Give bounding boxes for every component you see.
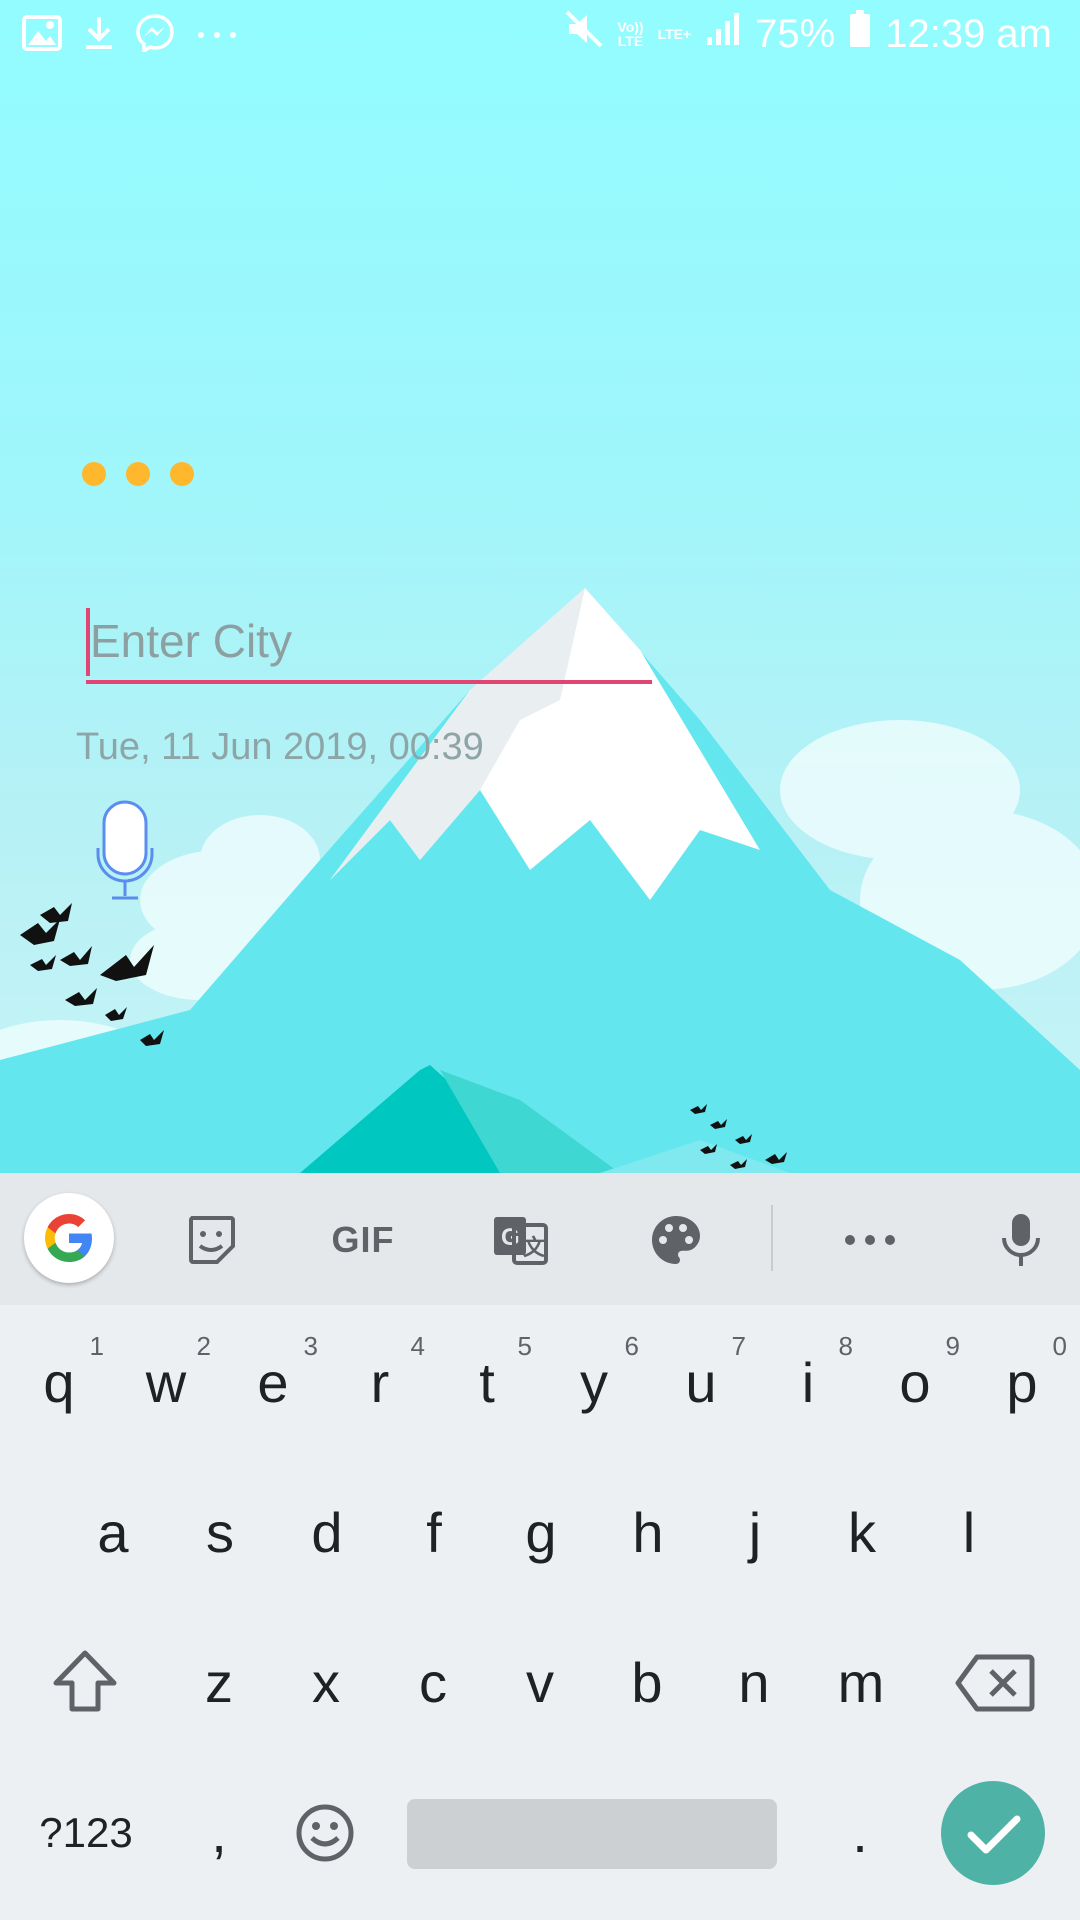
app-screen: Vo))LTE LTE+ 75% 12:39 am Tue, 11 Jun 20… bbox=[0, 0, 1080, 1173]
key-b[interactable]: b bbox=[594, 1623, 700, 1743]
key-p[interactable]: p0 bbox=[969, 1323, 1075, 1443]
theme-button[interactable] bbox=[646, 1197, 706, 1283]
key-v[interactable]: v bbox=[487, 1623, 593, 1743]
key-label: q bbox=[43, 1351, 75, 1414]
key-m[interactable]: m bbox=[808, 1623, 914, 1743]
lte-icon: LTE+ bbox=[657, 26, 692, 42]
key-g[interactable]: g bbox=[488, 1473, 594, 1593]
download-icon bbox=[84, 15, 114, 56]
google-icon bbox=[45, 1214, 92, 1262]
key-label: u bbox=[685, 1351, 717, 1414]
loading-indicator bbox=[82, 462, 194, 486]
voice-typing-button[interactable] bbox=[996, 1197, 1046, 1283]
key-f[interactable]: f bbox=[381, 1473, 487, 1593]
backspace-key[interactable] bbox=[940, 1623, 1050, 1743]
google-search-button[interactable] bbox=[24, 1193, 114, 1283]
palette-icon bbox=[652, 1216, 700, 1264]
key-t[interactable]: t5 bbox=[434, 1323, 540, 1443]
translate-button[interactable]: G 文 bbox=[490, 1197, 550, 1283]
key-o[interactable]: o9 bbox=[862, 1323, 968, 1443]
key-hint: 2 bbox=[196, 1331, 211, 1361]
key-z[interactable]: z bbox=[166, 1623, 272, 1743]
key-hint: 3 bbox=[303, 1331, 318, 1361]
more-icon bbox=[196, 27, 238, 45]
more-icon bbox=[845, 1235, 895, 1245]
shift-key[interactable] bbox=[32, 1623, 138, 1743]
svg-text:文: 文 bbox=[523, 1235, 546, 1260]
key-h[interactable]: h bbox=[595, 1473, 701, 1593]
key-label: y bbox=[580, 1351, 608, 1414]
key-hint: 1 bbox=[89, 1331, 104, 1361]
keyboard-toolbar: GIF G 文 bbox=[0, 1173, 1080, 1305]
key-l[interactable]: l bbox=[916, 1473, 1022, 1593]
key-label: w bbox=[145, 1351, 187, 1414]
key-e[interactable]: e3 bbox=[220, 1323, 326, 1443]
key-r[interactable]: r4 bbox=[327, 1323, 433, 1443]
key-u[interactable]: u7 bbox=[648, 1323, 754, 1443]
key-q[interactable]: q1 bbox=[6, 1323, 112, 1443]
shift-icon bbox=[53, 1650, 117, 1712]
checkmark-icon bbox=[967, 1815, 1021, 1854]
key-c[interactable]: c bbox=[380, 1623, 486, 1743]
sticker-button[interactable] bbox=[176, 1197, 246, 1283]
key-label: o bbox=[899, 1351, 931, 1414]
mute-icon bbox=[565, 10, 603, 58]
key-n[interactable]: n bbox=[701, 1623, 807, 1743]
city-input[interactable] bbox=[86, 603, 650, 679]
loading-dot bbox=[170, 462, 194, 486]
key-label: p bbox=[1006, 1351, 1038, 1414]
key-label: r bbox=[370, 1351, 390, 1414]
key-w[interactable]: w2 bbox=[113, 1323, 219, 1443]
emoji-icon bbox=[296, 1804, 354, 1862]
mountain-background bbox=[0, 588, 1080, 1173]
key-y[interactable]: y6 bbox=[541, 1323, 647, 1443]
space-key[interactable] bbox=[407, 1799, 777, 1869]
clock: 12:39 am bbox=[885, 11, 1052, 56]
key-k[interactable]: k bbox=[809, 1473, 915, 1593]
key-hint: 5 bbox=[517, 1331, 532, 1361]
key-hint: 4 bbox=[410, 1331, 425, 1361]
key-label: e bbox=[257, 1351, 289, 1414]
translate-icon: G 文 bbox=[494, 1217, 548, 1265]
loading-dot bbox=[82, 462, 106, 486]
image-icon bbox=[22, 15, 62, 56]
symbols-key[interactable]: ?123 bbox=[30, 1773, 142, 1893]
key-i[interactable]: i8 bbox=[755, 1323, 861, 1443]
text-caret bbox=[86, 608, 90, 676]
svg-text:G: G bbox=[501, 1224, 520, 1251]
more-options-button[interactable] bbox=[840, 1197, 900, 1283]
key-label: i bbox=[801, 1351, 815, 1414]
key-label: t bbox=[479, 1351, 495, 1414]
backspace-icon bbox=[955, 1654, 1035, 1712]
key-j[interactable]: j bbox=[702, 1473, 808, 1593]
loading-dot bbox=[126, 462, 150, 486]
voice-input-mic-icon[interactable] bbox=[94, 800, 156, 909]
battery-icon bbox=[849, 10, 871, 58]
battery-percent: 75% bbox=[755, 11, 836, 56]
messenger-icon bbox=[136, 14, 174, 57]
city-field[interactable] bbox=[86, 603, 652, 685]
sticker-icon bbox=[189, 1216, 235, 1264]
period-key[interactable]: . bbox=[807, 1773, 913, 1893]
key-hint: 9 bbox=[945, 1331, 960, 1361]
volte-icon: Vo)) LTE bbox=[617, 19, 644, 49]
key-hint: 8 bbox=[838, 1331, 853, 1361]
key-hint: 7 bbox=[731, 1331, 746, 1361]
gif-button[interactable]: GIF bbox=[318, 1197, 408, 1283]
key-x[interactable]: x bbox=[273, 1623, 379, 1743]
emoji-key[interactable] bbox=[272, 1773, 378, 1893]
comma-key[interactable]: , bbox=[166, 1773, 272, 1893]
key-hint: 6 bbox=[624, 1331, 639, 1361]
key-a[interactable]: a bbox=[60, 1473, 166, 1593]
status-bar: Vo)) LTE LTE+ 75% 12:39 am bbox=[0, 0, 1080, 70]
date-time-label: Tue, 11 Jun 2019, 00:39 bbox=[76, 726, 484, 768]
key-hint: 0 bbox=[1052, 1331, 1067, 1361]
key-s[interactable]: s bbox=[167, 1473, 273, 1593]
mic-icon bbox=[1002, 1214, 1040, 1266]
input-underline bbox=[86, 680, 652, 684]
toolbar-divider bbox=[771, 1205, 773, 1271]
key-d[interactable]: d bbox=[274, 1473, 380, 1593]
done-key[interactable] bbox=[941, 1781, 1045, 1885]
signal-icon bbox=[705, 11, 741, 57]
